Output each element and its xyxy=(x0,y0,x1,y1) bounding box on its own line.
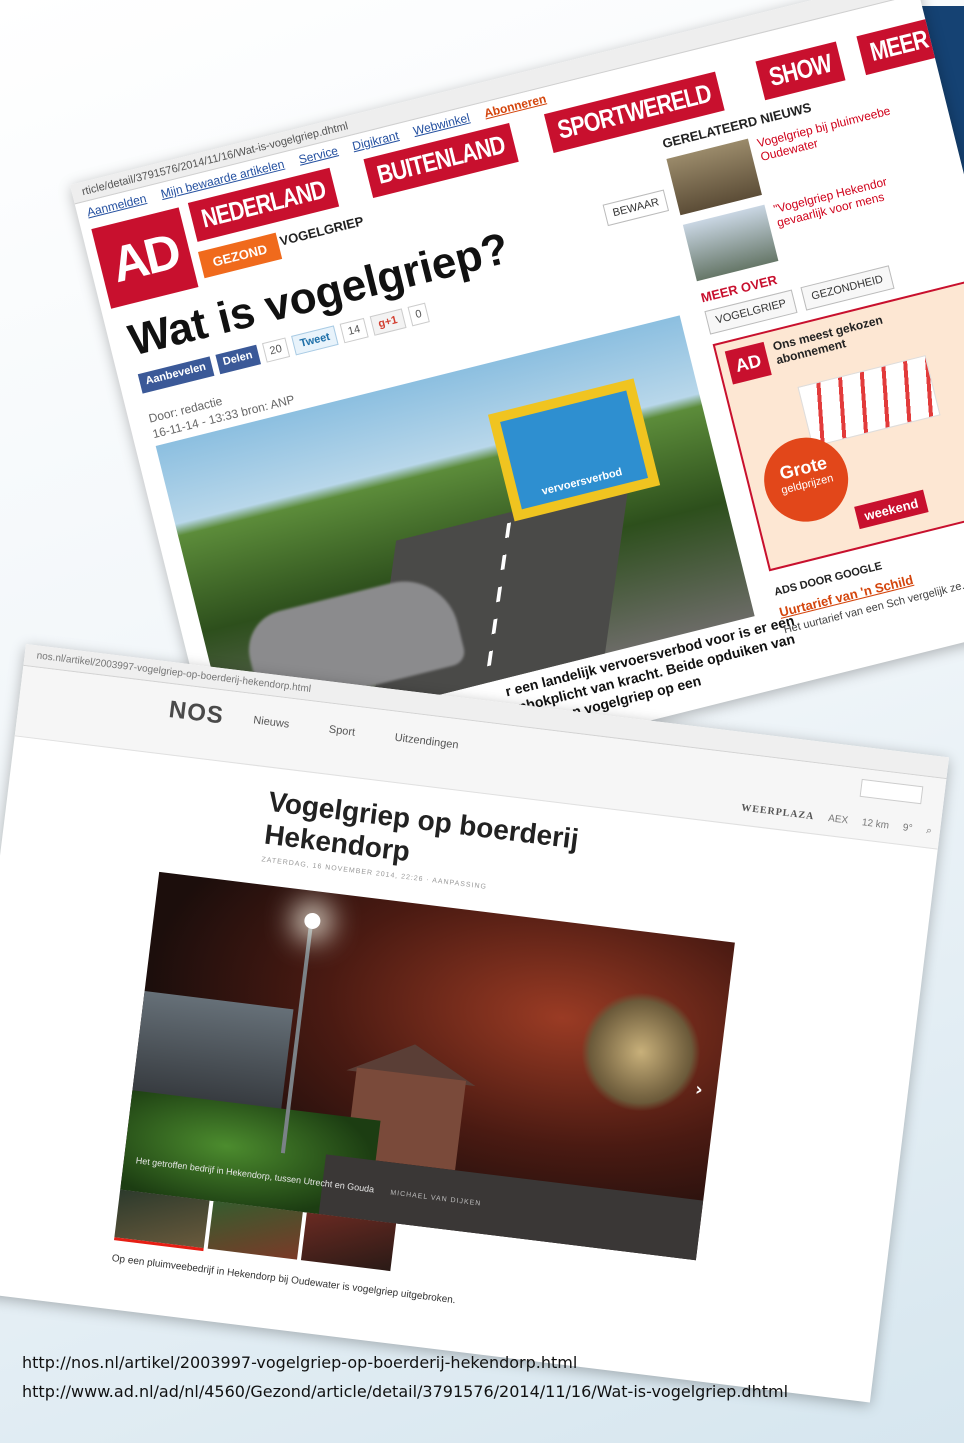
section-label[interactable]: GEZOND xyxy=(198,232,282,279)
search-input[interactable] xyxy=(859,778,924,805)
tweet-button[interactable]: Tweet xyxy=(291,325,339,356)
menu-sport[interactable]: Sport xyxy=(328,724,395,744)
thumbnail[interactable] xyxy=(207,1201,303,1260)
weather-widget: WEERPLAZA AEX 12 km 9° ⌕ xyxy=(741,802,933,836)
tweet-count: 14 xyxy=(339,317,369,344)
related-thumb[interactable] xyxy=(682,204,779,282)
collage: rticle/detail/3791576/2014/11/16/Wat-is-… xyxy=(0,0,964,1443)
search-icon[interactable]: ⌕ xyxy=(926,825,933,837)
tree xyxy=(573,985,708,1119)
promo-cards-image xyxy=(797,355,941,448)
weekend-label: weekend xyxy=(854,489,929,530)
ad-source-url[interactable]: http://www.ad.nl/ad/nl/4560/Gezond/artic… xyxy=(22,1381,952,1402)
nos-logo[interactable]: NOS xyxy=(167,696,225,730)
nos-menu: Nieuws Sport Uitzendingen xyxy=(253,714,499,756)
chevron-right-icon[interactable]: › xyxy=(694,1079,704,1101)
menu-nieuws[interactable]: Nieuws xyxy=(253,714,330,735)
warning-sign: vervoersverbod xyxy=(487,378,661,522)
prize-badge: Grote geldprijzen xyxy=(755,428,858,531)
thumbnail[interactable] xyxy=(114,1189,210,1252)
gplus-count: 0 xyxy=(407,302,430,327)
gplus-button[interactable]: g+1 xyxy=(369,308,407,336)
nos-source-url[interactable]: http://nos.nl/artikel/2003997-vogelgriep… xyxy=(22,1352,952,1373)
facebook-count: 20 xyxy=(261,337,291,363)
weather-logo: WEERPLAZA xyxy=(740,802,815,823)
facebook-share-button[interactable]: Delen xyxy=(215,344,261,375)
save-button[interactable]: BEWAAR xyxy=(602,189,670,227)
subsection-label: VOGELGRIEP xyxy=(278,213,366,249)
temperature-label[interactable]: 9° xyxy=(902,822,913,834)
aex-label[interactable]: AEX xyxy=(827,813,848,826)
ad-logo[interactable]: AD xyxy=(91,207,199,309)
traffic-label[interactable]: 12 km xyxy=(861,817,889,831)
nav-show[interactable]: SHOW xyxy=(755,41,846,101)
street-lamp xyxy=(303,912,322,930)
promo-logo: AD xyxy=(724,341,772,385)
thumbnail[interactable] xyxy=(300,1212,397,1272)
source-urls: http://nos.nl/artikel/2003997-vogelgriep… xyxy=(22,1352,952,1412)
nos-article-screenshot: nos.nl/artikel/2003997-vogelgriep-op-boe… xyxy=(0,644,950,1403)
related-thumb[interactable] xyxy=(666,138,762,216)
sign-text: vervoersverbod xyxy=(500,390,649,510)
menu-uitzendingen[interactable]: Uitzendingen xyxy=(394,732,499,757)
